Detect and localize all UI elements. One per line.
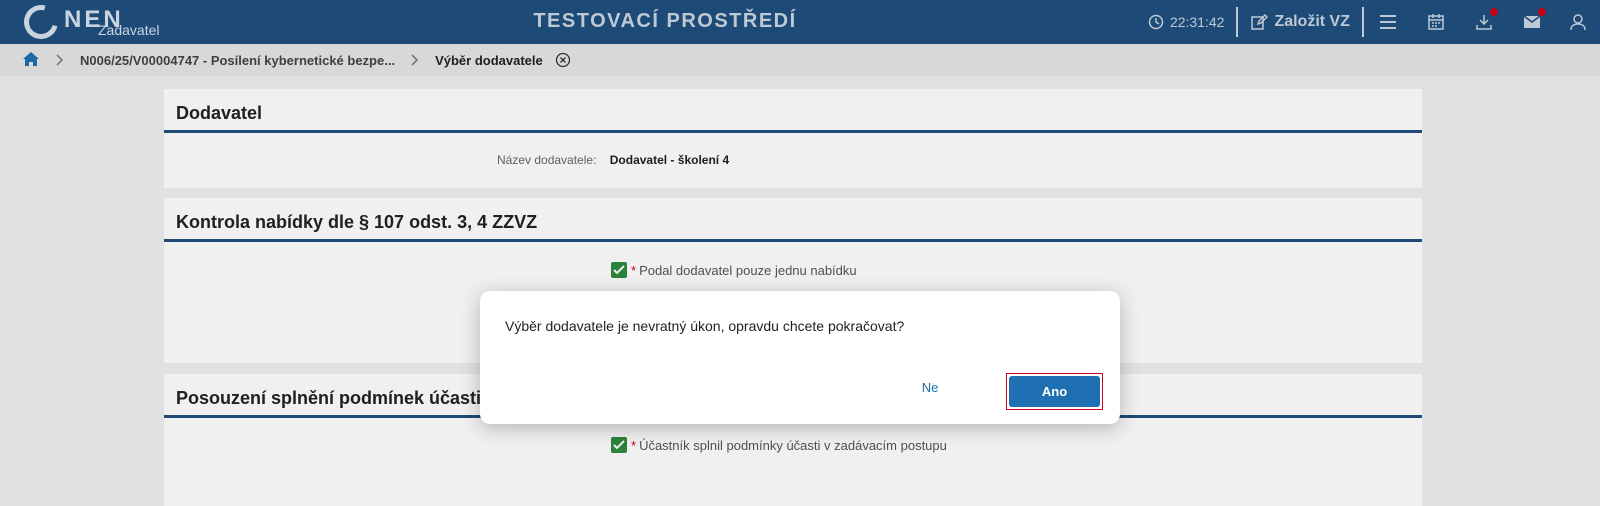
modal-overlay[interactable] (0, 0, 1600, 506)
no-button[interactable]: Ne (900, 374, 960, 402)
yes-button-highlight: Ano (1006, 373, 1103, 410)
yes-button[interactable]: Ano (1009, 376, 1100, 407)
confirm-dialog: Výběr dodavatele je nevratný úkon, oprav… (480, 291, 1120, 424)
dialog-message: Výběr dodavatele je nevratný úkon, oprav… (505, 318, 905, 334)
